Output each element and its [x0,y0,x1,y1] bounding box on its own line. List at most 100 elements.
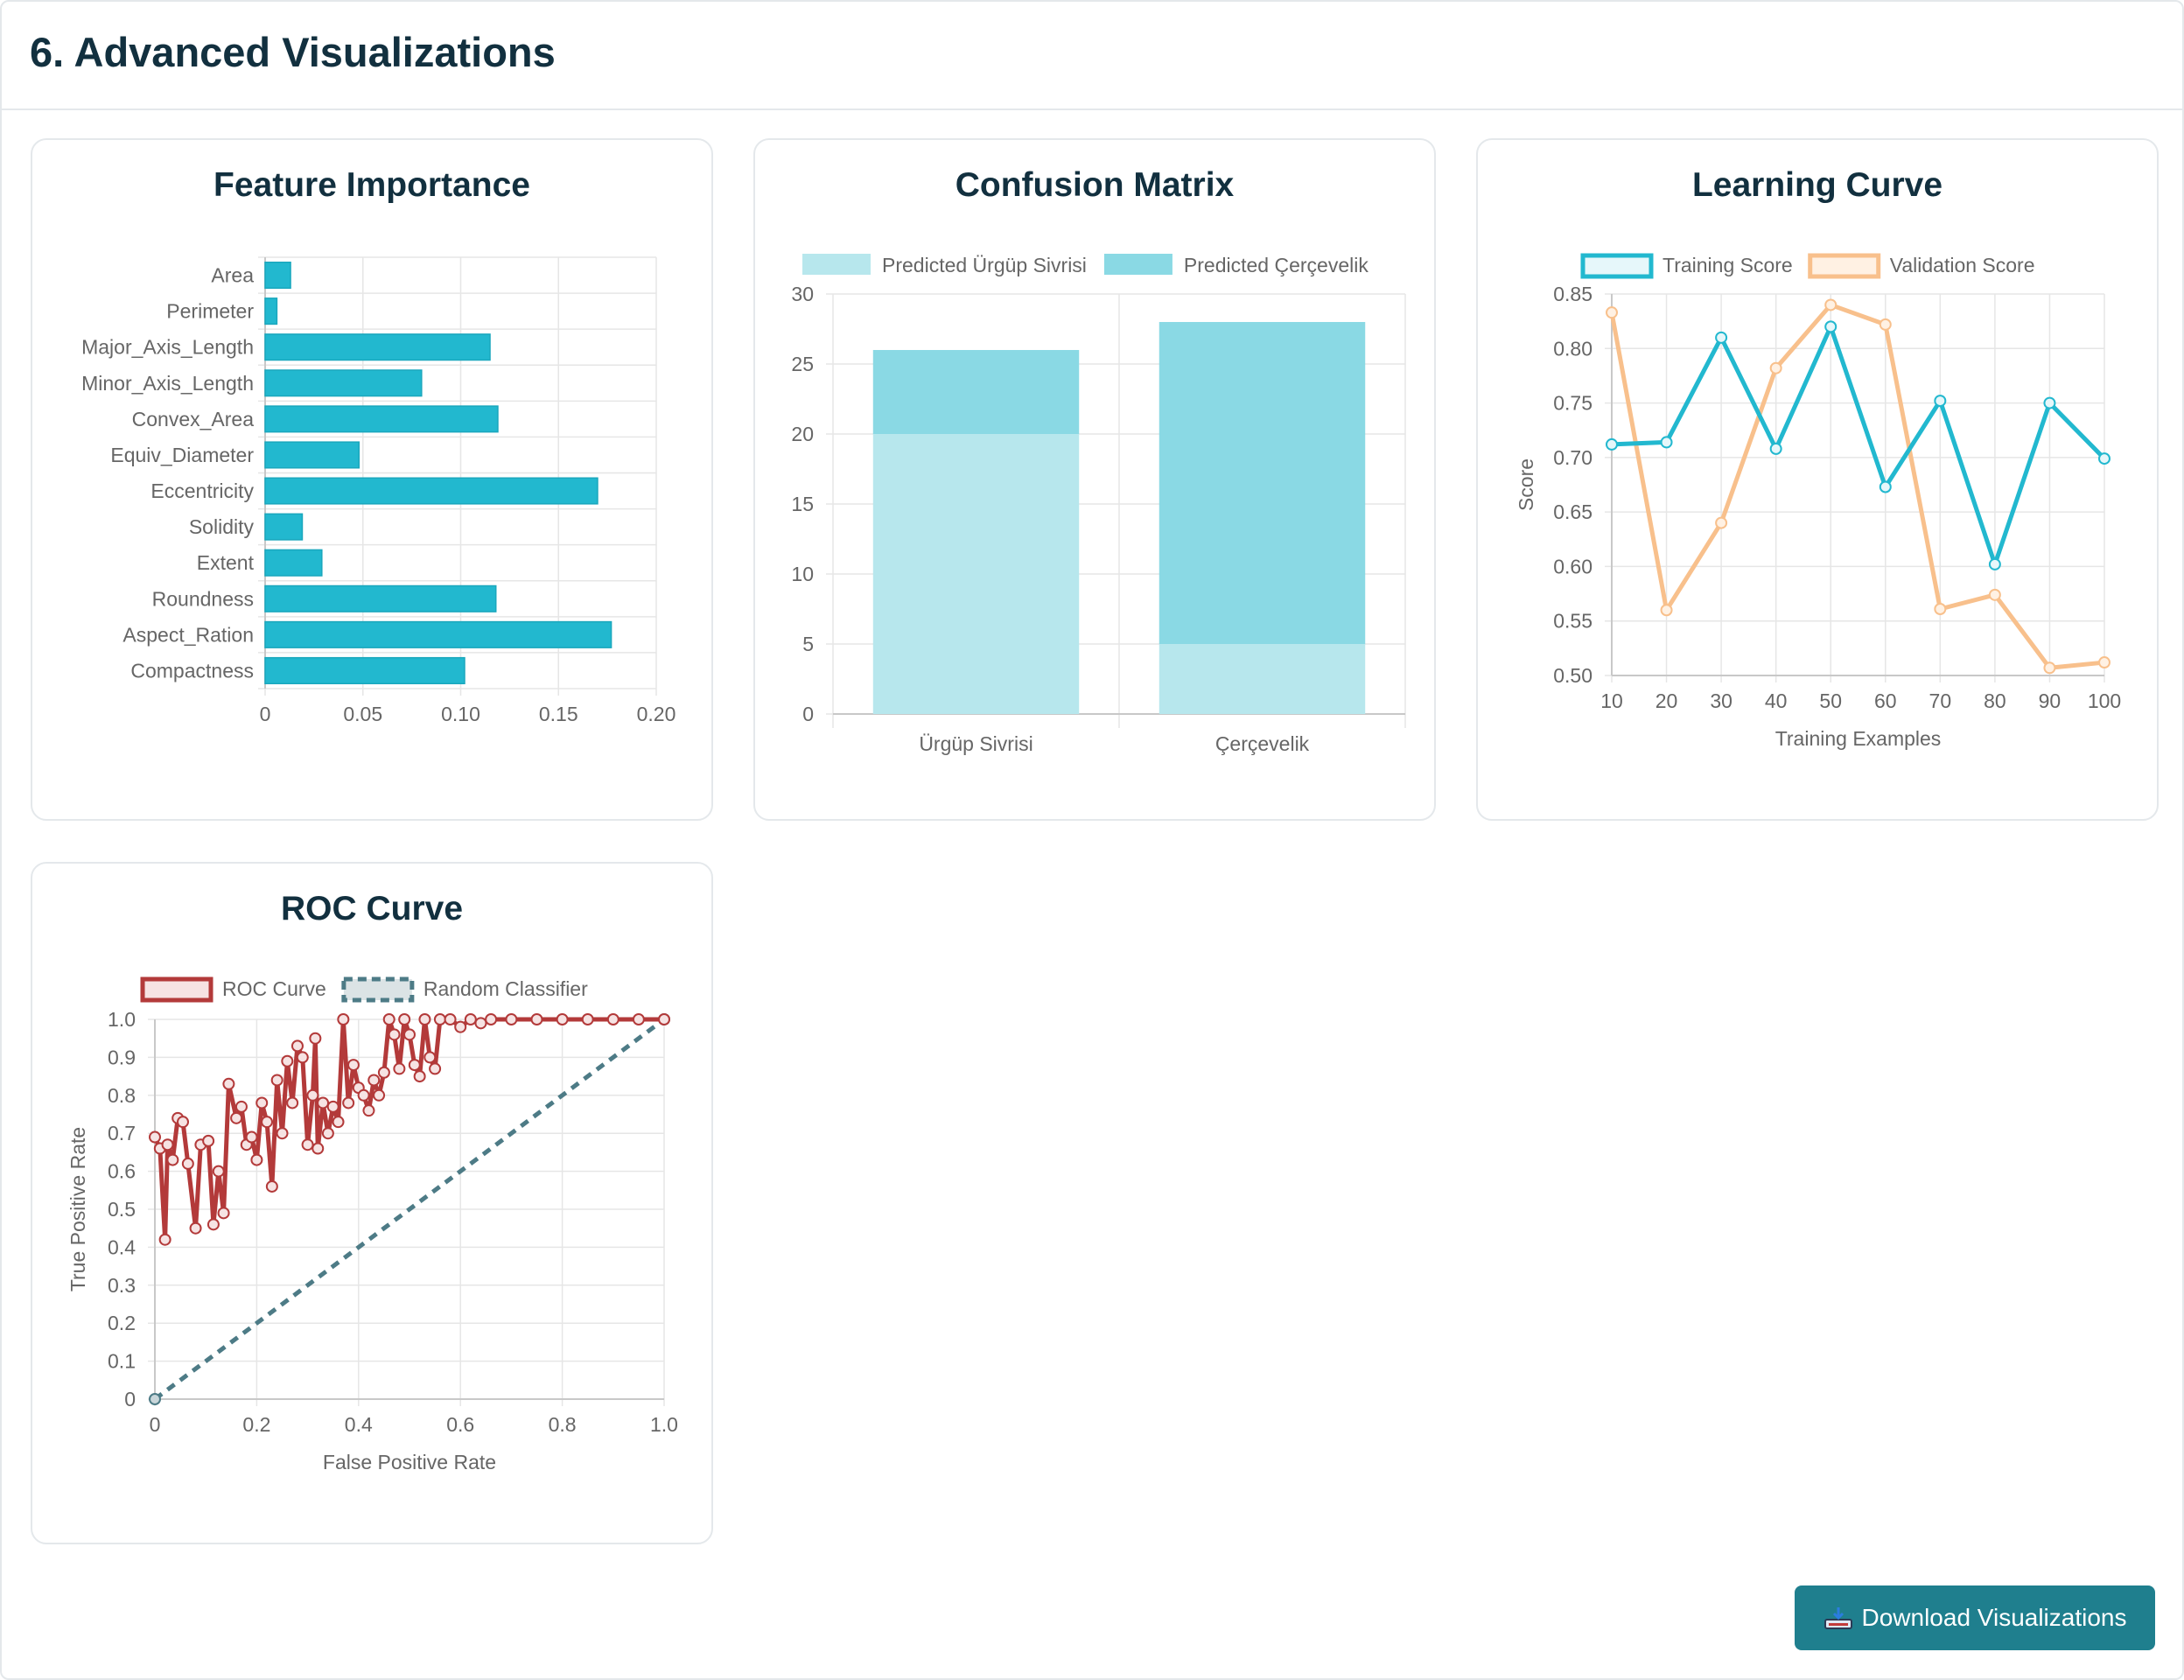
roc-curve-point [418,1013,431,1026]
training-score-point [1824,320,1838,333]
y-tick-label: Area [211,264,254,287]
roc-curve-point [474,1017,487,1030]
bar-eccentricity [264,477,598,505]
y-tick-label: 0.55 [1553,610,1592,633]
y-tick-label: Roundness [152,587,254,610]
roc-curve-point [556,1013,569,1026]
roc-curve-point [265,1180,278,1193]
roc-curve-point [206,1218,220,1231]
training-score-point [2098,452,2110,466]
y-tick-label: 0.60 [1553,555,1592,578]
x-tick-label: 10 [1600,690,1623,712]
roc-curve-point [286,1096,299,1110]
y-tick-label: Solidity [189,515,255,538]
roc-curve-point [388,1028,401,1041]
training-score-point [1988,557,2001,570]
roc-curve-chart: 0 0.1 0.2 0.3 0.4 0.5 0.6 0.7 0.8 0.9 1.0 0 0.2 0.4 0.… [66,976,678,1474]
roc-curve-point [433,1013,446,1026]
bar-predicted-urgup-0 [872,434,1080,714]
random-classifier-point [149,1393,161,1405]
training-score-point [2043,396,2056,410]
y-tick-label: 10 [791,563,814,585]
bar-perimeter [264,298,278,326]
roc-curve-point [413,1070,426,1083]
x-tick-label: 0.05 [343,703,382,725]
roc-curve-point [158,1233,172,1246]
roc-curve-point [312,1142,325,1155]
training-score-point [1606,438,1618,451]
roc-curve-point [342,1096,355,1110]
roc-curve-point [261,1116,274,1129]
x-tick-label: 40 [1765,690,1788,712]
roc-curve-point [332,1116,345,1129]
roc-curve-point [454,1020,467,1033]
roc-curve-point [398,1013,411,1026]
roc-curve-point [362,1104,375,1117]
legend-swatch [140,976,214,1003]
roc-curve-point [321,1127,334,1140]
download-visualizations-button[interactable]: Download Visualizations [1795,1586,2155,1650]
roc-curve-point [382,1013,396,1026]
roc-curve-point [230,1111,243,1124]
bar-area [264,262,291,290]
x-tick-label: 20 [1656,690,1678,712]
validation-score-point [1769,361,1782,374]
bar-convex-area [264,405,499,433]
y-tick-label: 0.6 [108,1160,136,1183]
roc-curve-point [281,1054,294,1068]
roc-curve-point [632,1013,645,1026]
y-tick-label: 0 [124,1388,136,1410]
roc-curve-point [377,1066,390,1079]
x-tick-label: 90 [2039,690,2062,712]
x-tick-label: 0.2 [242,1413,270,1436]
x-axis-title: Training Examples [1775,727,1942,750]
y-tick-label: 0.50 [1553,664,1592,687]
confusion-matrix-card: Confusion Matrix 0 5 10 15 20 25 30 Ürgüp Sivri… [753,138,1436,821]
y-tick-label: 0.3 [108,1274,136,1297]
roc-curve-point [317,1096,330,1110]
roc-curve-point [606,1013,620,1026]
roc-curve-point [505,1013,518,1026]
bar-aspect-ration [264,620,612,648]
roc-curve-point [234,1100,248,1113]
y-tick-label: 0.2 [108,1312,136,1334]
bar-compactness [264,656,466,684]
roc-curve-point [337,1013,350,1026]
section-header: 6. Advanced Visualizations [2,2,2182,110]
y-tick-label: 1.0 [108,1008,136,1031]
y-axis-title: Score [1515,458,1537,511]
roc-curve-point [256,1096,269,1110]
download-button-label: Download Visualizations [1861,1604,2127,1631]
legend-swatch [341,976,415,1003]
y-tick-label: 20 [791,423,814,445]
validation-score-point [2043,662,2056,675]
y-tick-label: Perimeter [166,300,254,323]
y-tick-label: 0 [802,703,814,725]
x-tick-label: 80 [1984,690,2006,712]
roc-curve-point [429,1062,442,1075]
learning-curve-chart: 0.50 0.55 0.60 0.65 0.70 0.75 0.80 0.85 10 20 30 40… [1515,253,2121,750]
roc-curve-point [270,1074,284,1087]
y-tick-label: 5 [802,633,814,655]
roc-curve-point [276,1127,289,1140]
y-tick-label: 0.4 [108,1236,136,1258]
visualizations-panel: 6. Advanced Visualizations Feature Impor… [0,0,2184,1680]
roc-curve-point [309,1032,322,1045]
x-tick-label: 1.0 [650,1413,678,1436]
roc-curve-point [217,1207,230,1220]
y-tick-label: 0.75 [1553,392,1592,415]
feature-importance-card: Feature Importance 0 0.05 0.10 0.15 0.20 Area… [31,138,713,821]
training-score-point [1769,442,1782,455]
validation-score-point [1988,588,2001,601]
roc-curve-point [530,1013,543,1026]
roc-curve-point [306,1088,319,1102]
validation-score-point [1879,318,1892,331]
legend-label: Validation Score [1890,254,2035,276]
bar-predicted-cercevelik-0 [872,350,1080,434]
y-tick-label: 0.7 [108,1122,136,1144]
x-tick-label: 50 [1819,690,1842,712]
y-tick-label: 0.80 [1553,337,1592,360]
y-tick-label: 0.8 [108,1084,136,1107]
roc-curve-point [444,1013,457,1026]
y-tick-label: 0.9 [108,1046,136,1068]
